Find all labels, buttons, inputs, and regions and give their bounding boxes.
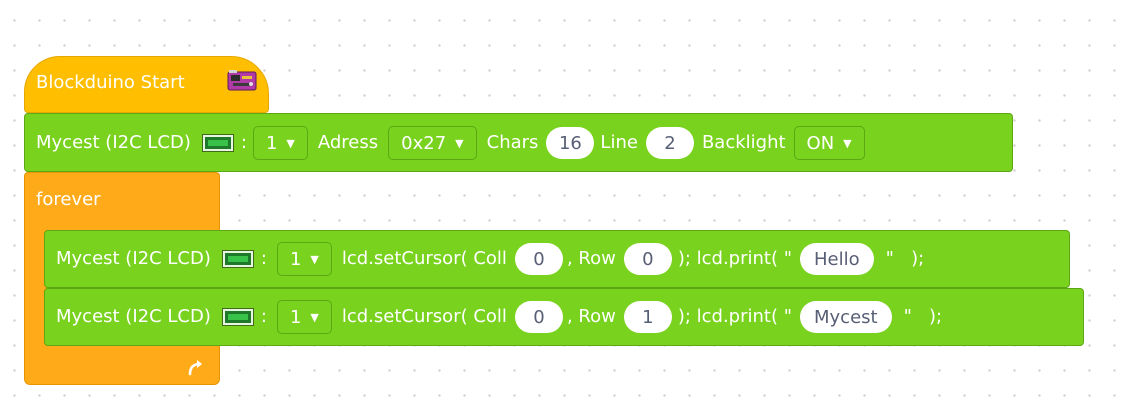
lcd-setup-colon: : (240, 132, 247, 153)
backlight-label: Backlight (701, 132, 786, 153)
dropdown-arrow-icon: ▼ (310, 310, 319, 324)
lcd-id-dropdown[interactable]: 1 ▼ (252, 126, 308, 160)
print-colon: : (260, 306, 267, 327)
row-label: , Row (566, 306, 616, 327)
set-cursor-label: lcd.setCursor( Coll (341, 248, 507, 269)
col-input[interactable]: 0 (514, 243, 563, 275)
print-prefix: Mycest (I2C LCD) (56, 248, 211, 269)
lcd-setup-row: Mycest (I2C LCD) : 1 ▼ Adress 0x27 ▼ Cha… (36, 126, 865, 160)
row-input[interactable]: 0 (623, 243, 672, 275)
backlight-dropdown[interactable]: ON ▼ (793, 126, 865, 160)
row-input[interactable]: 1 (623, 301, 672, 333)
dropdown-arrow-icon: ▼ (310, 252, 319, 266)
lcd-icon (221, 308, 254, 326)
line-input[interactable]: 2 (645, 127, 694, 159)
lcd-id-value: 1 (289, 248, 302, 270)
set-cursor-label: lcd.setCursor( Coll (341, 306, 507, 327)
dropdown-arrow-icon: ▼ (455, 136, 464, 150)
text-input[interactable]: Hello (800, 243, 874, 275)
adress-label: Adress (317, 132, 379, 153)
start-block-label: Blockduino Start (36, 72, 185, 93)
line-label: Line (600, 132, 638, 153)
print-colon: : (260, 248, 267, 269)
dropdown-arrow-icon: ▼ (843, 136, 852, 150)
backlight-value: ON (806, 132, 835, 154)
lcd-id-value: 1 (265, 132, 278, 154)
lcd-print-row: Mycest (I2C LCD) : 1 ▼ lcd.setCursor( Co… (56, 242, 924, 276)
adress-dropdown[interactable]: 0x27 ▼ (388, 126, 477, 160)
chars-input[interactable]: 16 (546, 127, 595, 159)
print-label: ); lcd.print( " (677, 306, 792, 327)
lcd-id-dropdown[interactable]: 1 ▼ (276, 300, 332, 334)
row-label: , Row (566, 248, 616, 269)
print-label: ); lcd.print( " (677, 248, 792, 269)
print-end: " ); (885, 248, 925, 269)
lcd-print-row: Mycest (I2C LCD) : 1 ▼ lcd.setCursor( Co… (56, 300, 942, 334)
dropdown-arrow-icon: ▼ (286, 136, 295, 150)
col-input[interactable]: 0 (514, 301, 563, 333)
print-prefix: Mycest (I2C LCD) (56, 306, 211, 327)
arduino-board-icon (227, 70, 257, 91)
lcd-icon (221, 250, 254, 268)
lcd-id-value: 1 (289, 306, 302, 328)
lcd-icon (201, 134, 234, 152)
lcd-id-dropdown[interactable]: 1 ▼ (276, 242, 332, 276)
lcd-setup-prefix: Mycest (I2C LCD) (36, 132, 191, 153)
text-input[interactable]: Mycest (800, 301, 892, 333)
loop-arrow-icon (188, 360, 202, 376)
chars-label: Chars (486, 132, 539, 153)
forever-label: forever (36, 189, 101, 210)
adress-value: 0x27 (401, 132, 447, 154)
print-end: " ); (903, 306, 943, 327)
